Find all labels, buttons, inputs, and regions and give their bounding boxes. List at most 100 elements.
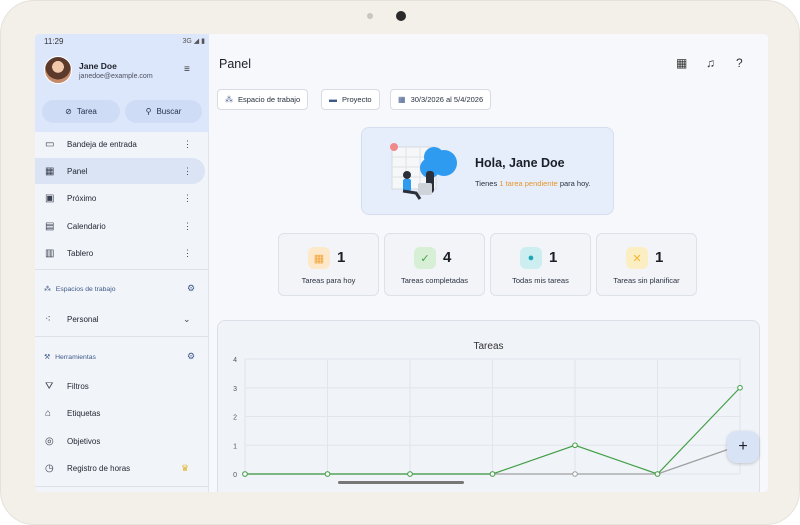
tool-label: Objetivos: [67, 436, 101, 446]
stat-card-completed[interactable]: ✓ 4 Tareas completadas: [384, 233, 485, 296]
folder-icon: ▬: [329, 95, 337, 104]
divider: [35, 486, 209, 487]
workspaces-icon: ⁂: [225, 95, 233, 104]
tool-item-time-log[interactable]: ◷ Registro de horas ♛: [35, 455, 209, 481]
new-task-button[interactable]: ⊘ Tarea: [42, 100, 120, 123]
greeting-prefix: Tienes: [475, 179, 498, 188]
tool-label: Registro de horas: [67, 463, 131, 473]
data-point: [572, 442, 578, 449]
calendar-icon: ▦: [398, 95, 406, 104]
calendar-today-icon: ▦: [308, 247, 330, 269]
nav-label: Bandeja de entrada: [67, 139, 137, 149]
gear-icon[interactable]: ⚙: [187, 351, 195, 362]
project-filter[interactable]: ▬ Proyecto: [321, 89, 380, 110]
greeting-title: Hola, Jane Doe: [475, 156, 565, 170]
y-tick-label: 4: [233, 357, 237, 364]
workspace-dots-icon: ⁖: [45, 313, 51, 325]
workspaces-icon: ⁂: [44, 286, 51, 293]
new-task-label: Tarea: [76, 107, 97, 116]
workspace-current: Personal: [67, 314, 99, 324]
tablet-frame: 11:29 3G ◢ ▮ Jane Doe janedoe@example.co…: [0, 0, 800, 525]
tool-item-goals[interactable]: ◎ Objetivos: [35, 428, 209, 454]
chevron-down-icon[interactable]: ⌄: [183, 314, 191, 325]
gear-icon[interactable]: ⚙: [187, 283, 195, 294]
home-indicator: [338, 481, 464, 484]
project-filter-label: Proyecto: [342, 95, 372, 104]
filter-icon: ⛛: [45, 380, 54, 392]
date-range-label: 30/3/2026 al 5/4/2026: [410, 95, 484, 104]
stat-value: 1: [655, 249, 664, 266]
tool-item-filters[interactable]: ⛛ Filtros: [35, 373, 209, 399]
nav-item-calendar[interactable]: ▤ Calendario ⋮: [35, 213, 209, 239]
nav-item-board[interactable]: ▥ Tablero ⋮: [35, 240, 209, 266]
tag-icon: ⌂: [45, 407, 52, 419]
nav-item-upcoming[interactable]: ▣ Próximo ⋮: [35, 185, 209, 211]
divider: [35, 336, 209, 337]
calendar-cross-icon: ✕: [626, 247, 648, 269]
tools-section-header: ⚒ Herramientas: [44, 353, 96, 362]
tasks-chart: 0 1 2 3 4: [233, 357, 743, 479]
stat-label: Tareas para hoy: [301, 276, 356, 285]
calendar-icon[interactable]: ▦: [676, 56, 687, 70]
more-icon[interactable]: ⋮: [183, 139, 192, 150]
data-point: [407, 471, 413, 477]
nav-item-inbox[interactable]: ▭ Bandeja de entrada ⋮: [35, 131, 209, 157]
tasks-chart-card: Tareas 01234: [217, 320, 760, 492]
sidebar: 11:29 3G ◢ ▮ Jane Doe janedoe@example.co…: [35, 34, 209, 492]
stat-value: 1: [337, 249, 346, 266]
bell-icon[interactable]: ♫: [706, 56, 715, 70]
status-time: 11:29: [44, 37, 64, 46]
y-tick-label: 0: [233, 472, 237, 479]
greeting-suffix: para hoy.: [559, 179, 591, 188]
more-icon[interactable]: ⋮: [183, 221, 192, 232]
stat-card-unplanned[interactable]: ✕ 1 Tareas sin planificar: [596, 233, 697, 296]
divider: [35, 269, 209, 270]
search-button[interactable]: ⚲ Buscar: [125, 100, 202, 123]
tool-label: Etiquetas: [67, 408, 101, 418]
app-screen: 11:29 3G ◢ ▮ Jane Doe janedoe@example.co…: [35, 34, 768, 492]
premium-badge-icon: ♛: [181, 462, 190, 473]
dashboard-icon: ▦: [45, 165, 55, 177]
more-icon[interactable]: ⋮: [183, 248, 192, 259]
y-tick-label: 2: [233, 415, 237, 422]
help-icon[interactable]: ?: [736, 56, 743, 70]
workspace-filter-label: Espacio de trabajo: [238, 95, 301, 104]
more-icon[interactable]: ⋮: [183, 193, 192, 204]
tool-item-tags[interactable]: ⌂ Etiquetas: [35, 400, 209, 426]
data-point: [654, 471, 661, 477]
nav-label: Calendario: [67, 221, 106, 231]
board-icon: ▥: [45, 247, 55, 259]
nav-label: Panel: [67, 166, 88, 176]
calendar-icon: ▤: [45, 220, 55, 232]
data-point: [737, 384, 743, 391]
add-button[interactable]: +: [727, 431, 759, 463]
avatar[interactable]: [44, 56, 72, 84]
workspaces-header: Espacios de trabajo: [55, 285, 116, 293]
network-label: 3G: [182, 38, 192, 45]
stat-label: Todas mis tareas: [512, 276, 569, 285]
greeting-message: Tienes 1 tarea pendiente para hoy.: [475, 179, 591, 188]
camera-icon: [396, 11, 406, 21]
pending-tasks-link[interactable]: 1 tarea pendiente: [499, 179, 557, 188]
calendar-upcoming-icon: ▣: [45, 192, 55, 204]
data-point: [489, 471, 496, 477]
target-icon: ◎: [45, 435, 54, 447]
task-add-icon: ⊘: [65, 107, 72, 116]
tool-label: Filtros: [67, 381, 89, 391]
date-range-filter[interactable]: ▦ 30/3/2026 al 5/4/2026: [390, 89, 492, 110]
stat-card-all[interactable]: ● 1 Todas mis tareas: [490, 233, 591, 296]
wrench-icon: ⚒: [44, 354, 51, 361]
signal-icon: ◢: [193, 38, 200, 45]
collapse-menu-icon[interactable]: ≡: [184, 64, 190, 75]
search-label: Buscar: [156, 107, 182, 116]
more-icon[interactable]: ⋮: [183, 166, 192, 177]
stat-card-today[interactable]: ▦ 1 Tareas para hoy: [278, 233, 379, 296]
y-tick-label: 1: [233, 443, 237, 450]
workspace-filter[interactable]: ⁂ Espacio de trabajo: [217, 89, 309, 110]
sidebar-header: 11:29 3G ◢ ▮ Jane Doe janedoe@example.co…: [35, 34, 209, 132]
nav-label: Tablero: [67, 248, 94, 258]
workspace-selector[interactable]: ⁖ Personal ⌄: [35, 306, 209, 332]
stat-label: Tareas completadas: [400, 276, 469, 285]
nav-item-panel[interactable]: ▦ Panel ⋮: [35, 158, 205, 184]
illustration: [390, 143, 457, 200]
